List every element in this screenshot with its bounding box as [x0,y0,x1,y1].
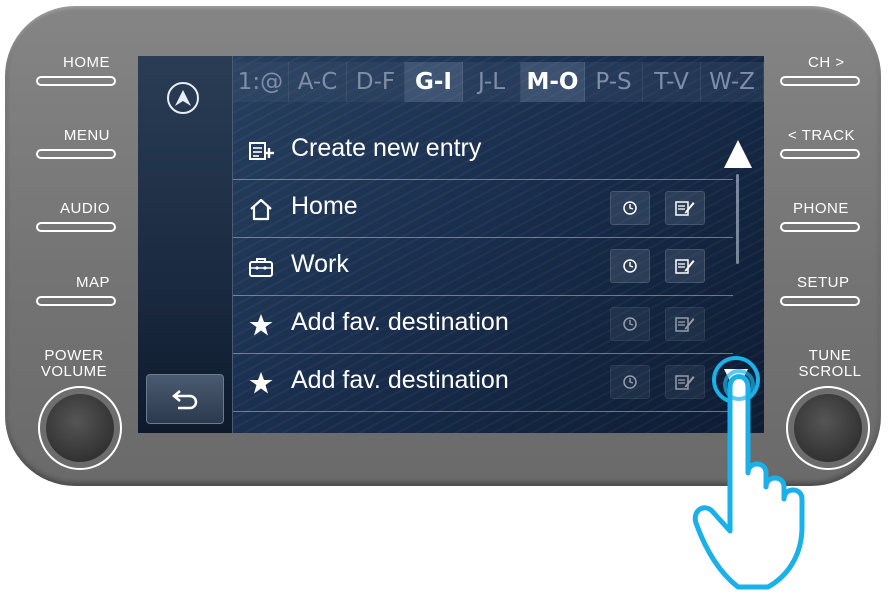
house-icon [250,198,272,221]
home-label: HOME [63,54,110,71]
back-button[interactable] [146,374,224,424]
list-item-home[interactable]: Home [233,180,733,238]
tab-p-s[interactable]: P-S [585,62,643,102]
power-volume-label: POWER VOLUME [30,348,118,380]
add-entry-icon [249,142,274,160]
phone-label: PHONE [793,200,849,217]
edit-note-icon [675,201,695,216]
list-item-label: Work [291,250,349,278]
audio-button[interactable] [36,222,116,232]
route-time-button[interactable] [610,249,650,283]
tab-d-f[interactable]: D-F [347,62,405,102]
home-button[interactable] [36,76,116,86]
briefcase-icon [249,258,273,277]
edit-entry-button[interactable] [665,307,705,341]
menu-button[interactable] [36,149,116,159]
map-button[interactable] [36,296,116,306]
route-time-button[interactable] [610,307,650,341]
power-text: POWER [44,347,104,364]
tab-t-v[interactable]: T-V [643,62,701,102]
create-entry-label: Create new entry [291,134,482,162]
star-icon [249,314,273,336]
create-entry-row[interactable]: Create new entry [233,122,733,180]
edit-note-icon [675,259,695,274]
tab-1-at[interactable]: 1:@ [233,62,289,102]
route-time-button[interactable] [610,365,650,399]
list-item-label: Add fav. destination [291,308,509,336]
volume-text: VOLUME [40,363,108,380]
list-item-label: Home [291,192,358,220]
edit-entry-button[interactable] [665,191,705,225]
phone-button[interactable] [780,222,860,232]
destination-list: 1:@ A-C D-F G-I J-L M-O P-S T-V W-Z Crea… [233,56,764,433]
menu-label: MENU [63,127,110,144]
tab-j-l[interactable]: J-L [463,62,521,102]
ch-label: CH > [808,54,845,71]
scrollbar-thumb[interactable] [736,174,739,264]
scroll-up-arrow-icon[interactable] [721,136,755,172]
clock-icon [623,317,637,331]
list-item-work[interactable]: Work [233,238,733,296]
setup-label: SETUP [797,274,850,291]
setup-button[interactable] [780,296,860,306]
display-screen: 1:@ A-C D-F G-I J-L M-O P-S T-V W-Z Crea… [138,56,764,433]
track-label: < TRACK [788,127,855,144]
list-item-add-fav-2[interactable]: Add fav. destination [233,354,733,412]
clock-icon [623,375,637,389]
track-button[interactable] [780,149,860,159]
edit-entry-button[interactable] [665,249,705,283]
star-icon [249,372,273,394]
tab-a-c[interactable]: A-C [289,62,347,102]
clock-icon [623,201,637,215]
compass-icon[interactable] [167,82,199,114]
audio-label: AUDIO [59,200,110,217]
edit-note-icon [675,317,695,332]
route-time-button[interactable] [610,191,650,225]
tab-w-z[interactable]: W-Z [701,62,764,102]
clock-icon [623,259,637,273]
tab-m-o[interactable]: M-O [521,62,585,102]
list-item-label: Add fav. destination [291,366,509,394]
back-arrow-icon [172,390,198,410]
alphabet-tabs: 1:@ A-C D-F G-I J-L M-O P-S T-V W-Z [233,62,764,102]
list-item-add-fav-1[interactable]: Add fav. destination [233,296,733,354]
ch-button[interactable] [780,76,860,86]
map-label: MAP [75,274,110,291]
pointing-hand-icon [692,369,805,590]
side-column [138,56,233,433]
power-volume-knob[interactable] [38,386,122,470]
tab-g-i[interactable]: G-I [405,62,463,102]
